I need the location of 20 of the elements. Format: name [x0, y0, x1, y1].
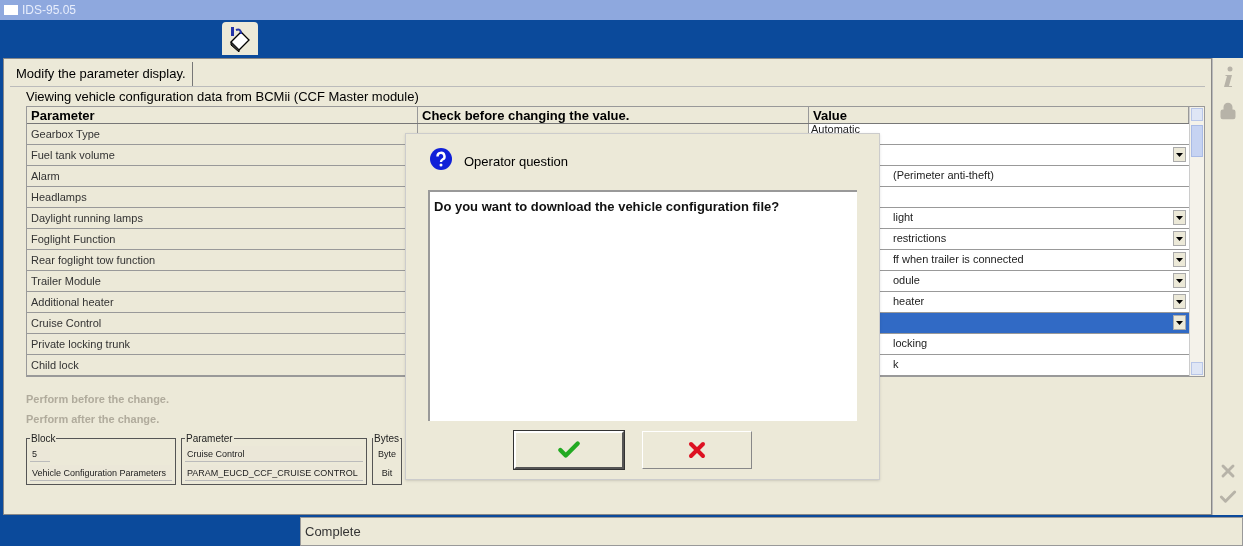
column-header: Check before changing the value. [418, 106, 809, 123]
section-title: Viewing vehicle configuration data from BCMii (CCF Master module) [26, 88, 420, 105]
question-icon [430, 147, 452, 170]
status-field: Complete [300, 517, 1243, 546]
field-label: Byte [377, 447, 397, 461]
window-icon [4, 5, 18, 15]
cancel-button[interactable] [641, 431, 752, 469]
field-label: Bit [380, 466, 394, 480]
dialog-title: Operator question [464, 153, 569, 171]
window-title: IDS-95.05 [22, 2, 77, 19]
group-title: Block [30, 431, 57, 446]
group-title: Bytes [373, 431, 400, 446]
column-header: Parameter [27, 106, 418, 123]
confirm-button[interactable] [513, 431, 624, 469]
toolbar-button[interactable] [222, 22, 258, 55]
group-title: Parameter [185, 431, 234, 446]
scrollbar[interactable] [1189, 106, 1204, 376]
instruction-text: Perform after the change. [26, 412, 161, 427]
instruction-text: Perform before the change. [26, 391, 171, 407]
dialog-message: Do you want to download the vehicle configuration file? [434, 198, 780, 214]
